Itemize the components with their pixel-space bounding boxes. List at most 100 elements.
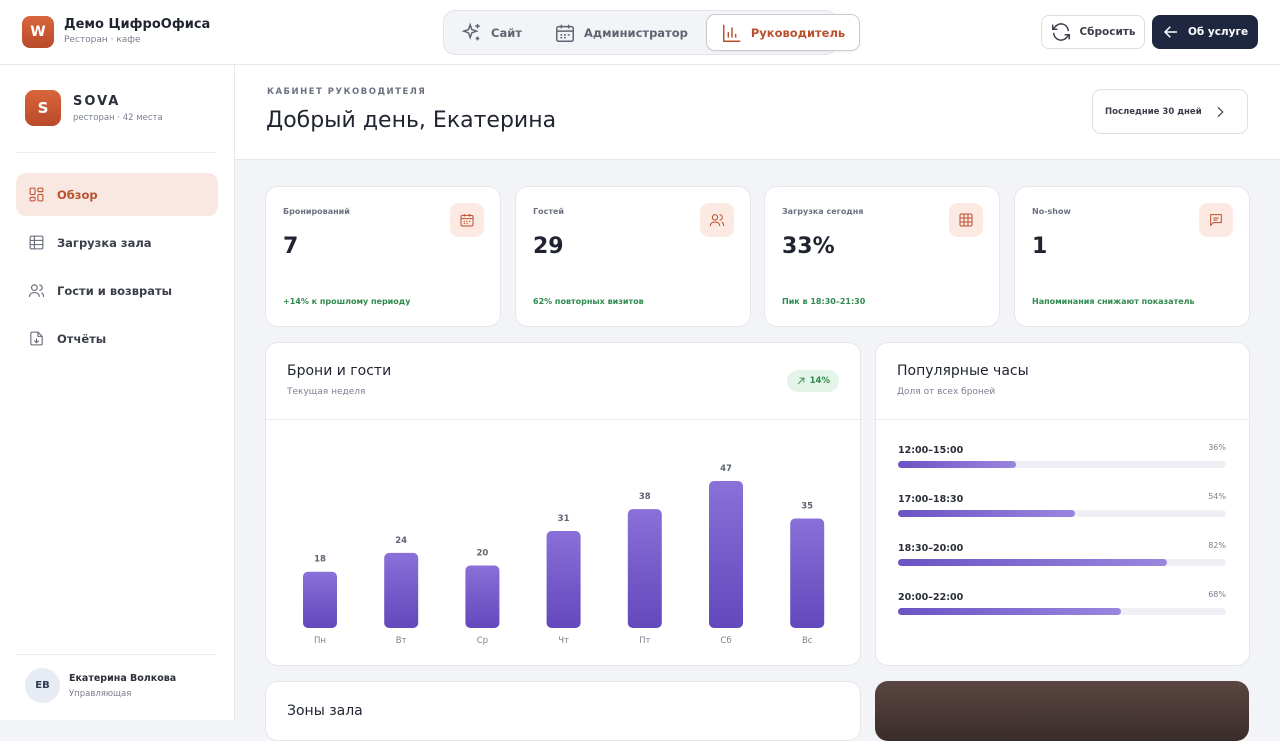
x-tick-label: Пт [639,636,650,646]
chart-bar[interactable] [546,531,581,628]
hour-percent: 54% [1208,492,1226,501]
kpi-label: Загрузка сегодня [782,207,864,216]
hour-row: 17:00–18:30 54% [898,492,1226,517]
bar-value-label: 35 [801,502,813,512]
reset-button[interactable]: Сбросить [1041,15,1145,49]
venue-subtitle: ресторан · 42 места [73,112,163,123]
panel-title: Популярные часы [897,363,1029,379]
sidebar-divider [16,654,217,655]
panel-subtitle: Текущая неделя [287,387,366,397]
chart-bar[interactable] [465,565,500,628]
mode-tab-label: Руководитель [750,25,846,40]
hour-label: 17:00–18:30 [898,494,964,505]
refresh-icon [1052,23,1071,41]
sidebar-item-guests[interactable]: Гости и возвраты [16,269,218,312]
hour-progress-fill [898,608,1122,615]
hour-progress-track [898,510,1226,517]
chevron-right-icon [1217,106,1224,117]
hour-label: 18:30–20:00 [898,543,964,554]
sparkles-icon [461,22,480,40]
mode-switcher: Сайт Администратор Руководитель [443,10,861,55]
mode-tab-manager[interactable]: Руководитель [705,14,861,51]
sidebar-nav: Обзор Загрузка зала Гости и возвраты Отч… [16,173,218,365]
page-title: Добрый день, Екатерина [266,108,557,133]
bar-value-label: 24 [395,536,407,546]
kpi-value: 7 [283,234,299,259]
hour-percent: 82% [1208,541,1226,550]
calendar-icon [460,214,474,227]
sidebar-item-label: Отчёты [57,331,107,346]
avatar: ЕВ [25,668,60,703]
x-tick-label: Пн [314,636,326,646]
kpi-card-noshow: No-show 1 Напоминания снижают показатель [1014,186,1250,327]
hour-label: 12:00–15:00 [898,445,964,456]
app-logo: W [22,16,54,48]
mode-tab-site[interactable]: Сайт [447,14,536,51]
zones-panel: Зоны зала [265,681,861,741]
hour-progress-track [898,461,1226,468]
panel-subtitle: Доля от всех броней [897,387,996,397]
sidebar-item-reports[interactable]: Отчёты [16,317,218,360]
kpi-icon-badge [450,203,484,237]
table-icon [959,213,973,227]
hour-row: 12:00–15:00 36% [898,443,1226,468]
users-icon [28,284,45,297]
sidebar-item-overview[interactable]: Обзор [16,173,218,216]
trend-value: 14% [809,376,830,386]
chart-bar[interactable] [709,481,743,628]
kpi-note: 62% повторных визитов [533,297,644,306]
kpi-note: Пик в 18:30–21:30 [782,297,866,306]
panel-title: Зоны зала [287,703,363,719]
hour-progress-fill [898,559,1167,566]
x-tick-label: Сб [720,636,731,646]
users-icon [709,214,725,227]
bar-value-label: 47 [720,464,732,474]
bar-value-label: 18 [314,555,326,565]
main-header: КАБИНЕТ РУКОВОДИТЕЛЯ Добрый день, Екатер… [235,65,1280,160]
bar-value-label: 20 [476,548,488,558]
x-tick-label: Вт [396,636,407,646]
x-tick-label: Ср [477,636,488,646]
period-label: Последние 30 дней [1105,106,1202,117]
about-button-label: Об услуге [1187,26,1249,38]
reset-button-label: Сбросить [1079,26,1136,38]
message-icon [1210,214,1222,227]
kpi-value: 33% [782,234,835,259]
kpi-icon-badge [949,203,983,237]
sidebar-item-hall-load[interactable]: Загрузка зала [16,221,218,264]
kpi-value: 29 [533,234,564,259]
sidebar: S SOVA ресторан · 42 места Обзор Загрузк… [0,65,235,720]
chart-bar[interactable] [384,552,419,628]
bookings-panel: Брони и гости Текущая неделя 14% 18 Пн 24 В… [265,342,861,666]
app-subtitle: Ресторан · кафе [64,35,141,45]
chart-bar[interactable] [627,509,662,628]
bar-chart-icon [722,24,741,42]
grid-icon [29,187,44,202]
panel-divider [876,419,1249,420]
user-profile[interactable]: ЕВ Екатерина Волкова Управляющая [25,668,176,703]
kpi-icon-badge [700,203,734,237]
sidebar-divider [16,152,217,153]
mode-tab-label: Администратор [583,25,688,40]
chart-bar[interactable] [790,518,825,628]
app-brand[interactable]: W Демо ЦифроОфиса Ресторан · кафе [22,16,210,48]
table-icon [29,235,44,250]
calendar-icon [555,24,574,42]
kpi-card-guests: Гостей 29 62% повторных визитов [515,186,751,327]
top-bar: W Демо ЦифроОфиса Ресторан · кафе Сайт А… [0,0,1280,65]
trend-up-icon [797,377,805,385]
chart-bar[interactable] [303,571,337,628]
hour-progress-track [898,559,1226,566]
hour-row: 20:00–22:00 68% [898,590,1226,615]
period-selector[interactable]: Последние 30 дней [1092,89,1248,134]
user-name: Екатерина Волкова [69,672,177,684]
about-button[interactable]: Об услуге [1152,15,1258,49]
bar-value-label: 31 [558,514,570,524]
app-title: Демо ЦифроОфиса [64,17,211,32]
sidebar-item-label: Гости и возвраты [57,283,173,298]
kpi-card-load: Загрузка сегодня 33% Пик в 18:30–21:30 [764,186,1000,327]
x-tick-label: Вс [802,636,813,646]
venue-name: SOVA [73,93,121,109]
kpi-icon-badge [1199,203,1233,237]
mode-tab-admin[interactable]: Администратор [540,14,702,51]
